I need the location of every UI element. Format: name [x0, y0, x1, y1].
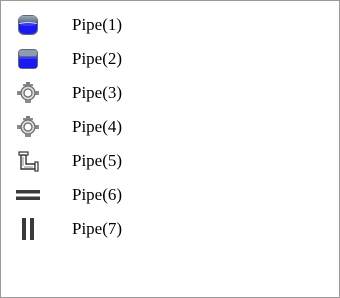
- valve-icon: [17, 82, 39, 103]
- list-item-pipe-6[interactable]: Pipe(6): [1, 178, 339, 212]
- tank-blue-icon: [18, 15, 38, 35]
- list-item-label: Pipe(5): [72, 151, 123, 170]
- list-item-pipe-3[interactable]: Pipe(3): [1, 76, 339, 110]
- list-item-label: Pipe(4): [72, 117, 123, 136]
- pipe-list: Pipe(1) Pipe(2) Pipe(3) Pipe(4) Pipe(5) …: [0, 0, 340, 298]
- list-item-label: Pipe(7): [72, 219, 123, 238]
- valve-icon: [17, 116, 39, 137]
- pipe-elbow-icon: [18, 151, 39, 172]
- pipe-vertical-icon: [22, 218, 34, 240]
- list-item-pipe-7[interactable]: Pipe(7): [1, 212, 339, 246]
- list-item-label: Pipe(3): [72, 83, 123, 102]
- tank-blue-square-icon: [18, 49, 38, 69]
- list-item-pipe-1[interactable]: Pipe(1): [1, 8, 339, 42]
- pipe-horizontal-icon: [16, 190, 40, 200]
- list-item-pipe-5[interactable]: Pipe(5): [1, 144, 339, 178]
- list-item-label: Pipe(2): [72, 49, 123, 68]
- list-item-pipe-4[interactable]: Pipe(4): [1, 110, 339, 144]
- list-item-label: Pipe(6): [72, 185, 123, 204]
- list-item-pipe-2[interactable]: Pipe(2): [1, 42, 339, 76]
- list-item-label: Pipe(1): [72, 15, 123, 34]
